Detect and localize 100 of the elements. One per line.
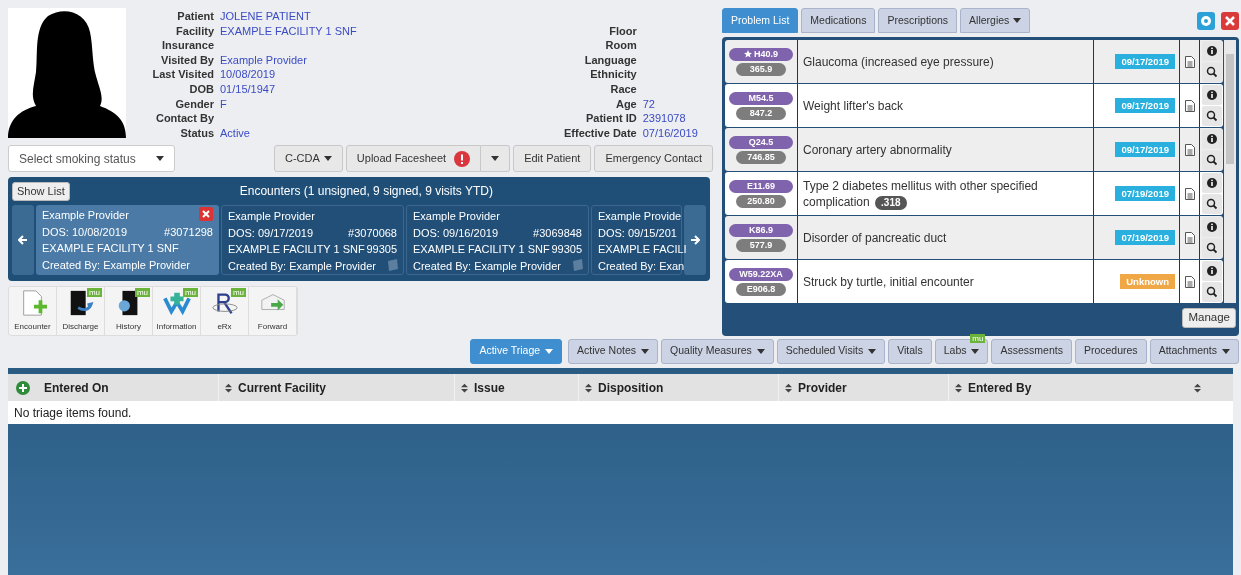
search-icon[interactable] — [1201, 62, 1222, 82]
tab[interactable]: Scheduled Visits — [776, 338, 886, 364]
problem-description[interactable]: Struck by turtle, initial encounter — [803, 273, 974, 290]
problem-description[interactable]: Weight lifter's back — [803, 97, 904, 114]
close-icon[interactable] — [1221, 11, 1239, 30]
icd9-code[interactable]: 847.2 — [736, 106, 786, 120]
star-icon — [744, 50, 752, 58]
tab[interactable]: Allergies — [960, 8, 1031, 33]
tab[interactable]: Active Triage — [470, 338, 563, 364]
note-icon — [571, 258, 585, 272]
delete-icon[interactable] — [199, 207, 213, 221]
icd10-code[interactable]: M54.5 — [729, 91, 793, 105]
icd9-code[interactable]: 250.80 — [736, 194, 786, 208]
dropdown-toggle[interactable] — [481, 145, 511, 172]
tab[interactable]: Prescriptions — [878, 8, 958, 33]
encounter-text: Created By: Example Provider — [413, 258, 561, 274]
document-icon[interactable] — [1184, 55, 1195, 68]
scrollbar[interactable] — [1224, 40, 1236, 303]
icd10-code[interactable]: K86.9 — [729, 223, 793, 237]
encounter-card[interactable]: Example Provider DOS: 09/16/2019 #3069848 EXAMPLE FACILITY 1 SNF99305 Created By: Example Provider — [406, 205, 589, 275]
info-icon[interactable] — [1201, 129, 1222, 149]
encounter-text: Created By: Example Provider — [228, 258, 376, 274]
mu-badge: mu — [86, 288, 102, 297]
upload-facesheet-button[interactable]: Upload Facesheet — [345, 145, 482, 172]
tab[interactable]: Medications — [801, 8, 876, 33]
encounter-number: #3071298 — [164, 224, 213, 240]
problem-description[interactable]: Type 2 diabetes mellitus with other specified complication .318 — [803, 177, 1043, 210]
icd9-code[interactable]: 365.9 — [736, 62, 786, 76]
document-icon[interactable] — [1184, 143, 1195, 156]
problem-description[interactable]: Disorder of pancreatic duct — [803, 229, 947, 246]
encounter-text: Example Provider — [42, 208, 129, 223]
encounter-code: 99305 — [366, 242, 397, 257]
icd9-code[interactable]: 746.85 — [736, 150, 786, 164]
previous-button[interactable] — [12, 205, 34, 275]
problem-description[interactable]: Glaucoma (increased eye pressure) — [803, 53, 994, 70]
field-value: 07/16/2019 — [642, 125, 698, 141]
problem-description[interactable]: Coronary artery abnormality — [803, 141, 952, 158]
toolbar-button[interactable]: Encounter — [9, 287, 57, 335]
encounter-text: EXAMPLE FACILITY 1 SNF — [228, 242, 365, 257]
help-icon[interactable] — [1197, 11, 1215, 30]
toolbar-button[interactable]: mu Discharge — [57, 287, 105, 335]
search-icon[interactable] — [1201, 194, 1222, 214]
mu-badge: mu — [970, 333, 986, 343]
column-header[interactable]: Entered On — [38, 374, 218, 401]
caret-icon — [1013, 18, 1022, 23]
icd9-code[interactable]: E906.8 — [736, 282, 786, 296]
toolbar-button[interactable]: mu eRx — [201, 287, 249, 335]
icd10-code[interactable]: H40.9 — [729, 47, 793, 61]
search-icon[interactable] — [1201, 282, 1222, 302]
caret-icon — [868, 348, 877, 354]
tab[interactable]: Problem List — [722, 8, 799, 33]
search-icon[interactable] — [1201, 106, 1222, 126]
action-button[interactable]: Edit Patient — [513, 145, 592, 172]
date-badge: 09/17/2019 — [1115, 142, 1175, 157]
sort-icon — [461, 382, 468, 393]
field-value: EXAMPLE FACILITY 1 SNF — [220, 23, 357, 39]
tab[interactable]: Vitals — [888, 338, 932, 364]
field-label: DOB — [188, 81, 214, 97]
document-icon[interactable] — [1184, 187, 1195, 200]
toolbar-button[interactable]: mu Information — [153, 287, 201, 335]
tab[interactable]: Quality Measures — [661, 338, 774, 364]
tab[interactable]: Attachments — [1149, 338, 1239, 364]
encounter-card[interactable]: Example Provider DOS: 09/17/2019 #3070068 EXAMPLE FACILITY 1 SNF99305 Created By: Example Provider — [221, 205, 404, 275]
c-cda-button[interactable]: C-CDA — [274, 145, 343, 172]
encounter-card[interactable]: Example Provider DOS: 10/08/2019 #3071298 EXAMPLE FACILITY 1 SNF Created By: Example Provider — [36, 205, 219, 275]
icd10-code[interactable]: W59.22XA — [729, 267, 793, 281]
document-icon[interactable] — [1184, 275, 1195, 288]
info-icon[interactable] — [1201, 173, 1222, 193]
icd10-code[interactable]: E11.69 — [729, 179, 793, 193]
sort-icon — [785, 382, 792, 393]
document-icon[interactable] — [1184, 231, 1195, 244]
field-label: Last Visited — [151, 67, 214, 82]
encounter-number: #3069848 — [533, 225, 582, 241]
sort-icon — [225, 382, 232, 393]
next-button[interactable] — [684, 205, 706, 275]
toolbar-button[interactable]: mu History — [105, 287, 153, 335]
manage-button[interactable]: Manage — [1182, 308, 1236, 328]
search-icon[interactable] — [1201, 150, 1222, 170]
document-icon[interactable] — [1184, 99, 1195, 112]
add-icon[interactable] — [16, 380, 30, 395]
icd10-code[interactable]: Q24.5 — [729, 135, 793, 149]
toolbar-button[interactable]: Forward — [249, 287, 297, 335]
search-icon[interactable] — [1201, 238, 1222, 258]
mu-badge: mu — [134, 288, 150, 297]
tab[interactable]: Active Notes — [568, 338, 659, 364]
icd9-code[interactable]: 577.9 — [736, 238, 786, 252]
encounter-text: Example Provider — [228, 209, 315, 224]
smoking-status-select[interactable]: Select smoking status — [8, 145, 175, 172]
action-button[interactable]: Emergency Contact — [594, 145, 713, 172]
info-icon[interactable] — [1201, 85, 1222, 105]
info-icon[interactable] — [1201, 217, 1222, 237]
encounter-text: DOS: 09/16/2019 — [413, 225, 498, 241]
sort-icon — [585, 382, 592, 393]
field-label: Room — [604, 38, 637, 53]
encounter-text: DOS: 09/15/201 — [598, 225, 677, 241]
tab[interactable]: Assessments — [991, 338, 1072, 364]
show-list-button[interactable]: Show List — [12, 181, 70, 201]
info-icon[interactable] — [1201, 261, 1222, 281]
tab[interactable]: Procedures — [1074, 338, 1147, 364]
info-icon[interactable] — [1201, 41, 1222, 61]
